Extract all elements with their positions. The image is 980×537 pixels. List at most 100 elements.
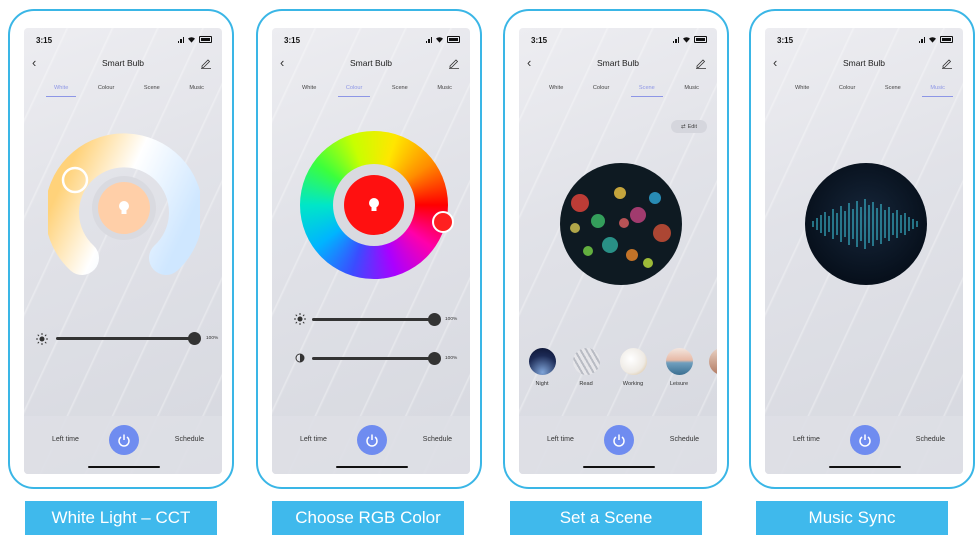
tab-bar: White Colour Scene Music: [795, 85, 953, 97]
tab-bar: White Colour Scene Music: [549, 85, 699, 97]
caption-music-sync: Music Sync: [756, 501, 948, 535]
power-button[interactable]: [604, 425, 634, 455]
edit-pencil-icon[interactable]: [448, 57, 460, 69]
wifi-icon: [683, 37, 690, 43]
bottom-bar: Left time Schedule: [765, 416, 963, 474]
scene-working[interactable]: Working: [616, 348, 650, 387]
scene-leisure-thumb: [665, 348, 693, 375]
scene-label: Read: [579, 381, 593, 387]
saturation-slider[interactable]: [312, 357, 440, 360]
power-button[interactable]: [850, 425, 880, 455]
edit-pencil-icon[interactable]: [200, 57, 212, 69]
page-title: Smart Bulb: [842, 58, 886, 68]
scene-night-thumb: [528, 348, 556, 375]
phone-screen: 3:15 ‹ Smart Bulb White Colour Scene Mus…: [765, 28, 963, 474]
edit-pencil-icon[interactable]: [941, 57, 953, 69]
power-icon: [859, 434, 871, 447]
left-time-button[interactable]: Left time: [300, 436, 327, 443]
status-time: 3:15: [777, 36, 794, 45]
left-time-button[interactable]: Left time: [547, 436, 574, 443]
cct-color-wheel[interactable]: [48, 132, 200, 284]
brightness-slider[interactable]: [56, 337, 195, 340]
tab-bar: White Colour Scene Music: [45, 85, 204, 97]
status-icons: [672, 36, 707, 43]
scene-partial[interactable]: Sc: [707, 348, 717, 387]
left-time-button[interactable]: Left time: [52, 436, 79, 443]
tab-music[interactable]: Music: [684, 85, 699, 96]
battery-icon: [940, 36, 953, 43]
tab-colour[interactable]: Colour: [337, 85, 372, 97]
edit-pencil-icon[interactable]: [695, 57, 707, 69]
tab-music[interactable]: Music: [437, 85, 452, 96]
sliders-icon: ⇄: [680, 123, 686, 130]
contrast-icon: [295, 353, 305, 363]
schedule-button[interactable]: Schedule: [175, 436, 204, 443]
wifi-icon: [188, 37, 195, 43]
battery-icon: [199, 36, 212, 43]
page-title: Smart Bulb: [349, 58, 393, 68]
schedule-button[interactable]: Schedule: [423, 436, 452, 443]
status-icons: [177, 36, 212, 43]
status-icons: [425, 36, 460, 43]
music-visualizer: [805, 163, 927, 285]
scene-read[interactable]: Read: [571, 348, 601, 387]
scene-partial-thumb: [708, 348, 717, 375]
bulb-icon: [369, 198, 379, 211]
edit-label: Edit: [687, 123, 698, 130]
scene-night[interactable]: Night: [527, 348, 557, 387]
saturation-slider-thumb[interactable]: [428, 352, 441, 365]
power-button[interactable]: [109, 425, 139, 455]
brightness-slider-thumb[interactable]: [188, 332, 201, 345]
brightness-icon: [294, 313, 306, 325]
signal-icon: [177, 36, 184, 43]
panel-white-light: 3:15 ‹ Smart Bulb White Colour Scene Mus…: [8, 9, 234, 489]
navbar: ‹ Smart Bulb: [24, 56, 222, 74]
tab-music[interactable]: Music: [922, 85, 953, 97]
panel-music: 3:15 ‹ Smart Bulb White Colour Scene Mus…: [749, 9, 975, 489]
home-indicator: [829, 465, 901, 468]
battery-icon: [447, 36, 460, 43]
brightness-value: 100%: [206, 336, 219, 341]
phone-screen: 3:15 ‹ Smart Bulb White Colour Scene Mus…: [24, 28, 222, 474]
scene-edit-button[interactable]: ⇄ Edit: [671, 120, 707, 133]
tab-music[interactable]: Music: [189, 85, 204, 96]
tab-white[interactable]: White: [302, 85, 316, 96]
tab-white[interactable]: White: [549, 85, 563, 96]
bottom-bar: Left time Schedule: [24, 416, 222, 474]
phone-screen: 3:15 ‹ Smart Bulb White Colour Scene Mus…: [272, 28, 470, 474]
status-time: 3:15: [531, 36, 548, 45]
tab-scene[interactable]: Scene: [144, 85, 160, 96]
scene-label: Working: [622, 381, 644, 387]
power-icon: [118, 434, 130, 447]
tab-white[interactable]: White: [45, 85, 77, 97]
saturation-value: 100%: [445, 356, 458, 361]
wifi-icon: [436, 37, 443, 43]
left-time-button[interactable]: Left time: [793, 436, 820, 443]
power-button[interactable]: [357, 425, 387, 455]
page-title: Smart Bulb: [101, 58, 145, 68]
status-time: 3:15: [36, 36, 53, 45]
home-indicator: [88, 465, 160, 468]
power-icon: [613, 434, 625, 447]
tab-white[interactable]: White: [795, 85, 809, 96]
scene-label: Leisure: [669, 381, 689, 387]
tab-scene[interactable]: Scene: [392, 85, 408, 96]
caption-rgb-color: Choose RGB Color: [272, 501, 464, 535]
brightness-slider-thumb[interactable]: [428, 313, 441, 326]
schedule-button[interactable]: Schedule: [670, 436, 699, 443]
brightness-slider[interactable]: [312, 318, 440, 321]
scene-label: Night: [535, 381, 549, 387]
tab-scene[interactable]: Scene: [630, 85, 663, 97]
selected-color-swatch: [344, 175, 404, 235]
tab-scene[interactable]: Scene: [885, 85, 901, 96]
navbar: ‹ Smart Bulb: [272, 56, 470, 74]
tab-colour[interactable]: Colour: [593, 85, 609, 96]
caption-scene: Set a Scene: [510, 501, 702, 535]
tab-colour[interactable]: Colour: [839, 85, 855, 96]
navbar: ‹ Smart Bulb: [765, 56, 963, 74]
tab-colour[interactable]: Colour: [98, 85, 114, 96]
scene-leisure[interactable]: Leisure: [662, 348, 696, 387]
schedule-button[interactable]: Schedule: [916, 436, 945, 443]
panel-scene: 3:15 ‹ Smart Bulb White Colour Scene Mus…: [503, 9, 729, 489]
color-selector[interactable]: [432, 211, 454, 233]
